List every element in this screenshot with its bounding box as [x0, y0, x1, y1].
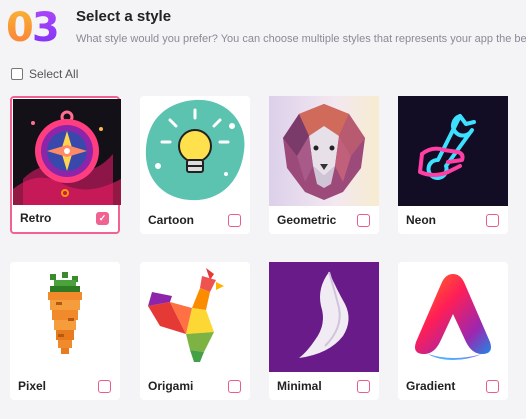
compass-icon: [13, 99, 121, 205]
style-card-neon[interactable]: Neon: [398, 96, 508, 234]
select-all-checkbox[interactable]: Select All: [11, 67, 78, 81]
style-checkbox[interactable]: [98, 380, 111, 393]
lightbulb-icon: [140, 96, 250, 206]
page-subtitle: What style would you prefer? You can cho…: [76, 33, 526, 45]
carrot-icon: [10, 262, 120, 372]
style-label: Pixel: [18, 379, 47, 393]
rooster-icon: [140, 262, 250, 372]
style-checkbox[interactable]: [486, 214, 499, 227]
style-checkbox[interactable]: [228, 214, 241, 227]
style-label: Cartoon: [148, 213, 194, 227]
step-digit: 0: [6, 5, 34, 51]
style-card-minimal[interactable]: Minimal: [269, 262, 379, 400]
style-label: Gradient: [406, 379, 456, 393]
style-card-gradient[interactable]: Gradient: [398, 262, 508, 400]
style-checkbox[interactable]: [357, 214, 370, 227]
step-number: 03: [6, 4, 60, 52]
style-card-retro[interactable]: Retro ✓: [10, 96, 121, 234]
style-checkbox[interactable]: [228, 380, 241, 393]
style-card-origami[interactable]: Origami: [140, 262, 250, 400]
style-label: Geometric: [277, 213, 337, 227]
style-label: Origami: [148, 379, 194, 393]
feather-icon: [269, 262, 379, 372]
style-label: Retro: [20, 211, 52, 225]
style-checkbox[interactable]: ✓: [96, 212, 109, 225]
letter-a-icon: [398, 262, 508, 372]
style-checkbox[interactable]: [357, 380, 370, 393]
lion-icon: [269, 96, 379, 206]
select-all-label: Select All: [29, 67, 79, 81]
checkbox-icon[interactable]: [11, 68, 23, 80]
style-card-pixel[interactable]: Pixel: [10, 262, 120, 400]
style-card-geometric[interactable]: Geometric: [269, 96, 379, 234]
wrench-hand-icon: [398, 96, 508, 206]
checkmark-icon: ✓: [98, 213, 107, 223]
style-card-cartoon[interactable]: Cartoon: [140, 96, 250, 234]
style-checkbox[interactable]: [486, 380, 499, 393]
page-title: Select a style: [76, 8, 172, 25]
style-label: Neon: [406, 213, 436, 227]
step-digit: 3: [31, 5, 60, 51]
style-label: Minimal: [277, 379, 322, 393]
